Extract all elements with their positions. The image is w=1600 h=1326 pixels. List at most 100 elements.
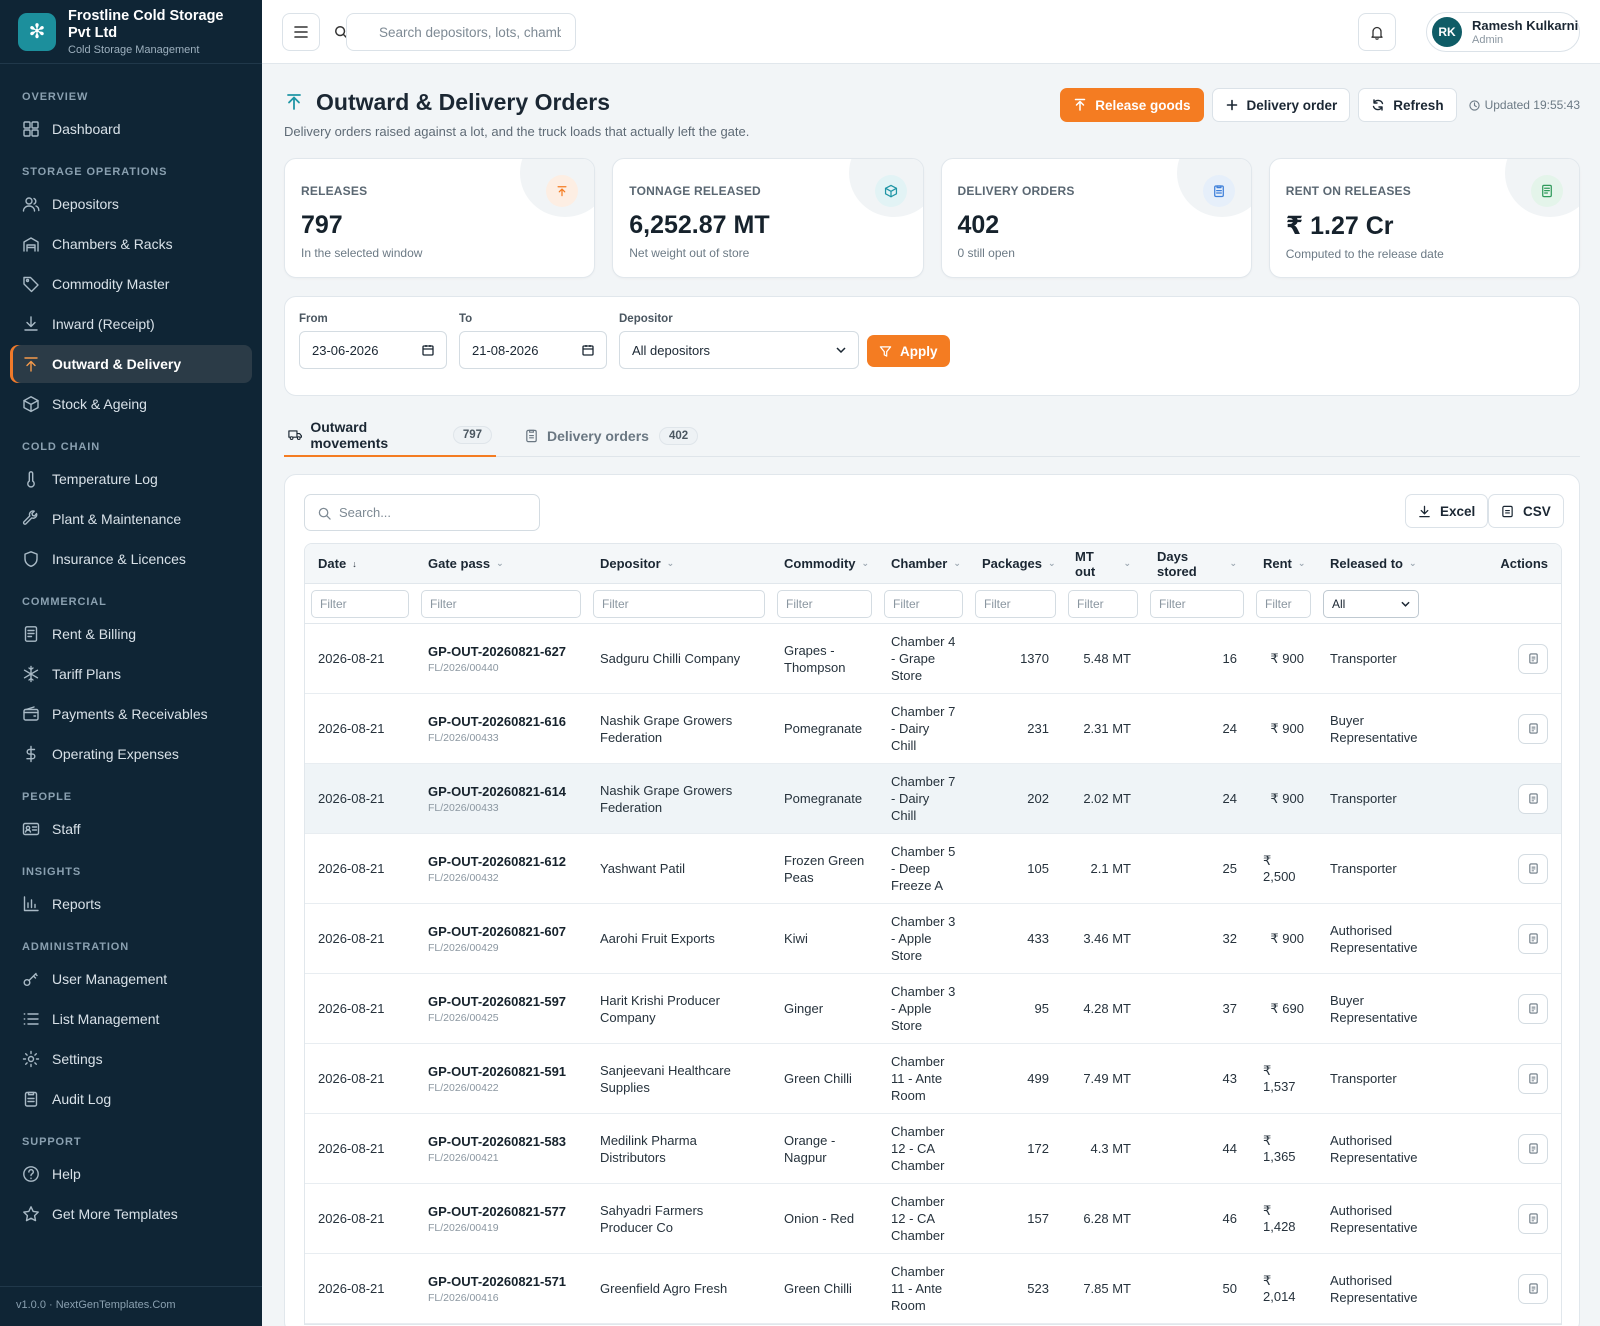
print-gate-pass-button[interactable] [1518,713,1548,744]
sidebar-item-stock-and-ageing[interactable]: Stock & Ageing [10,385,252,423]
from-date-input[interactable]: 23-06-2026 [299,331,447,369]
column-header-mt-out[interactable]: MT out ⌄ [1062,544,1144,583]
sidebar-item-get-more-templates[interactable]: Get More Templates [10,1195,252,1233]
table-search-input[interactable]: Search... [304,494,540,531]
column-header-date[interactable]: Date ↓ [305,544,415,583]
cell-depositor: Greenfield Agro Fresh [600,1281,728,1296]
cell-depositor: Nashik Grape Growers Federation [600,712,733,745]
column-filter-depositor[interactable]: Filter [593,589,765,618]
gate-pass-number[interactable]: GP-OUT-20260821-616 [428,714,566,729]
sidebar-item-settings[interactable]: Settings [10,1040,252,1078]
column-header-commodity[interactable]: Commodity ⌄ [771,544,878,583]
nav-section-title: SUPPORT [22,1136,82,1148]
column-header-days-stored[interactable]: Days stored ⌄ [1144,544,1250,583]
print-gate-pass-button[interactable] [1518,853,1548,884]
print-gate-pass-button[interactable] [1518,1203,1548,1234]
table-row[interactable]: 2026-08-21 GP-OUT-20260821-607 FL/2026/0… [305,904,1561,974]
tab-delivery-orders[interactable]: Delivery orders 402 [520,414,702,457]
export-excel-button[interactable]: Excel [1405,494,1489,528]
column-filter-chamber[interactable]: Filter [884,589,963,618]
cell-actions [1467,904,1561,973]
column-header-rent[interactable]: Rent ⌄ [1250,544,1317,583]
sidebar-item-rent-and-billing[interactable]: Rent & Billing [10,615,252,653]
sidebar-item-payments-and-receivables[interactable]: Payments & Receivables [10,695,252,733]
gate-pass-number[interactable]: GP-OUT-20260821-577 [428,1204,566,1219]
column-header-released-to[interactable]: Released to ⌄ [1317,544,1467,583]
cell-date: 2026-08-21 [318,1211,385,1226]
table-row[interactable]: 2026-08-21 GP-OUT-20260821-597 FL/2026/0… [305,974,1561,1044]
sidebar-item-help[interactable]: Help [10,1155,252,1193]
tab-outward-movements[interactable]: Outward movements 797 [284,414,496,457]
print-gate-pass-button[interactable] [1518,923,1548,954]
user-menu[interactable]: RK Ramesh Kulkarni Admin [1426,12,1580,52]
table-row[interactable]: 2026-08-21 GP-OUT-20260821-577 FL/2026/0… [305,1184,1561,1254]
gate-pass-number[interactable]: GP-OUT-20260821-571 [428,1274,566,1289]
table-row[interactable]: 2026-08-21 GP-OUT-20260821-614 FL/2026/0… [305,764,1561,834]
table-row[interactable]: 2026-08-21 GP-OUT-20260821-616 FL/2026/0… [305,694,1561,764]
sidebar-item-audit-log[interactable]: Audit Log [10,1080,252,1118]
sort-icon: ⌄ [1123,558,1131,568]
sidebar-item-chambers-and-racks[interactable]: Chambers & Racks [10,225,252,263]
print-gate-pass-button[interactable] [1518,1273,1548,1304]
refresh-button[interactable]: Refresh [1358,88,1457,122]
print-gate-pass-button[interactable] [1518,783,1548,814]
print-gate-pass-button[interactable] [1518,643,1548,674]
gate-pass-number[interactable]: GP-OUT-20260821-607 [428,924,566,939]
sidebar-item-inward-receipt[interactable]: Inward (Receipt) [10,305,252,343]
notifications-button[interactable] [1358,13,1396,51]
sidebar-item-tariff-plans[interactable]: Tariff Plans [10,655,252,693]
column-header-gate-pass[interactable]: Gate pass ⌄ [415,544,587,583]
column-filter-days-stored[interactable]: Filter [1150,589,1244,618]
sidebar-item-depositors[interactable]: Depositors [10,185,252,223]
document-icon [1528,723,1538,734]
sort-icon: ⌄ [666,558,675,568]
sidebar-item-reports[interactable]: Reports [10,885,252,923]
print-gate-pass-button[interactable] [1518,1133,1548,1164]
table-row[interactable]: 2026-08-21 GP-OUT-20260821-591 FL/2026/0… [305,1044,1561,1114]
column-filter-rent[interactable]: Filter [1256,589,1311,618]
menu-toggle-button[interactable] [282,13,320,51]
table-row[interactable]: 2026-08-21 GP-OUT-20260821-571 FL/2026/0… [305,1254,1561,1324]
column-header-packages[interactable]: Packages ⌄ [969,544,1062,583]
cell-rent: ₹ 1,428 [1263,1203,1296,1234]
gate-pass-number[interactable]: GP-OUT-20260821-614 [428,784,566,799]
sidebar-item-operating-expenses[interactable]: Operating Expenses [10,735,252,773]
gate-pass-number[interactable]: GP-OUT-20260821-627 [428,644,566,659]
sidebar-item-label: Payments & Receivables [52,706,208,722]
column-header-depositor[interactable]: Depositor ⌄ [587,544,771,583]
sidebar-item-dashboard[interactable]: Dashboard [10,110,252,148]
column-filter-mt-out[interactable]: Filter [1068,589,1138,618]
to-date-input[interactable]: 21-08-2026 [459,331,607,369]
table-row[interactable]: 2026-08-21 GP-OUT-20260821-627 FL/2026/0… [305,624,1561,694]
global-search-input[interactable] [346,13,576,51]
brand[interactable]: ✻ Frostline Cold Storage Pvt Ltd Cold St… [0,0,262,64]
column-filter-commodity[interactable]: Filter [777,589,872,618]
column-filter-gate-pass[interactable]: Filter [421,589,581,618]
sidebar-item-list-management[interactable]: List Management [10,1000,252,1038]
column-header-chamber[interactable]: Chamber ⌄ [878,544,969,583]
sidebar-item-outward-and-delivery[interactable]: Outward & Delivery [10,345,252,383]
export-csv-button[interactable]: CSV [1488,494,1564,528]
sidebar-item-commodity-master[interactable]: Commodity Master [10,265,252,303]
gate-pass-number[interactable]: GP-OUT-20260821-612 [428,854,566,869]
gate-pass-number[interactable]: GP-OUT-20260821-597 [428,994,566,1009]
sidebar-item-plant-and-maintenance[interactable]: Plant & Maintenance [10,500,252,538]
released-to-filter-select[interactable]: All [1323,589,1419,618]
apply-filter-button[interactable]: Apply [867,335,950,367]
print-gate-pass-button[interactable] [1518,993,1548,1024]
depositor-select[interactable]: All depositors [619,331,859,369]
sidebar-item-temperature-log[interactable]: Temperature Log [10,460,252,498]
delivery-order-button[interactable]: Delivery order [1211,88,1351,122]
gate-pass-number[interactable]: GP-OUT-20260821-591 [428,1064,566,1079]
table-row[interactable]: 2026-08-21 GP-OUT-20260821-612 FL/2026/0… [305,834,1561,904]
column-filter-packages[interactable]: Filter [975,589,1056,618]
table-row[interactable]: 2026-08-21 GP-OUT-20260821-583 FL/2026/0… [305,1114,1561,1184]
release-goods-button[interactable]: Release goods [1060,88,1204,122]
print-gate-pass-button[interactable] [1518,1063,1548,1094]
sidebar-item-user-management[interactable]: User Management [10,960,252,998]
sidebar-item-insurance-and-licences[interactable]: Insurance & Licences [10,540,252,578]
invoice-icon [24,626,38,642]
gate-pass-number[interactable]: GP-OUT-20260821-583 [428,1134,566,1149]
column-filter-date[interactable]: Filter [311,589,409,618]
sidebar-item-staff[interactable]: Staff [10,810,252,848]
